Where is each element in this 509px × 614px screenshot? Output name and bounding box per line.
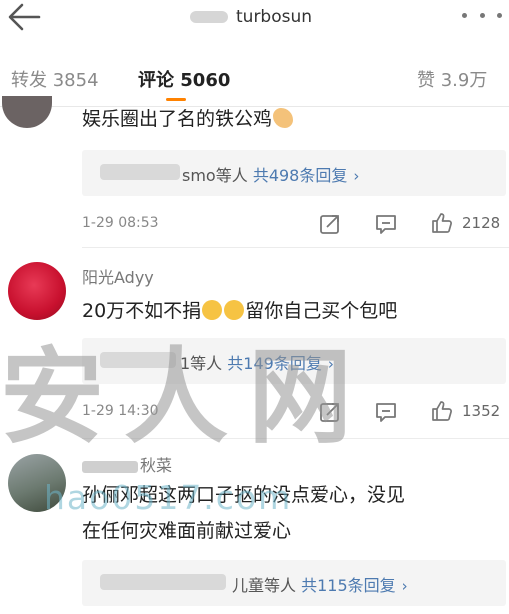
blurred-reply-user bbox=[100, 352, 176, 368]
reply-count-link[interactable]: 共115条回复 bbox=[301, 576, 396, 595]
page-title: turbosun bbox=[236, 7, 313, 27]
comment-text: 娱乐圈出了名的铁公鸡 bbox=[82, 104, 294, 134]
chevron-right-icon: › bbox=[327, 355, 334, 373]
back-arrow-icon[interactable] bbox=[6, 2, 42, 32]
comment-divider bbox=[82, 438, 509, 439]
reply-users: 1等人 bbox=[180, 354, 223, 373]
avatar[interactable] bbox=[2, 96, 52, 128]
blurred-reply-user bbox=[100, 164, 180, 180]
top-bar: turbosun bbox=[0, 0, 509, 42]
tab-comment[interactable]: 评论 5060 bbox=[138, 66, 230, 92]
chevron-right-icon: › bbox=[401, 577, 408, 595]
thumbs-up-icon[interactable] bbox=[430, 399, 454, 423]
reply-preview[interactable]: smo等人 共498条回复 › bbox=[82, 150, 506, 196]
commenter-name[interactable]: 阳光Adyy bbox=[82, 264, 154, 288]
reply-count-link[interactable]: 共149条回复 bbox=[227, 354, 322, 373]
comment-text-line-2: 在任何灾难面前献过爱心 bbox=[82, 520, 292, 542]
tab-repost[interactable]: 转发 3854 bbox=[11, 66, 99, 92]
avatar[interactable] bbox=[8, 454, 66, 512]
commenter-name[interactable]: 秋菜 bbox=[82, 452, 172, 476]
comment-divider bbox=[82, 247, 509, 248]
more-dots-icon[interactable] bbox=[462, 10, 502, 22]
clapping-hands-emoji-icon bbox=[273, 108, 294, 128]
like-count: 2128 bbox=[462, 214, 501, 232]
sleepy-face-emoji-icon bbox=[202, 300, 223, 320]
avatar[interactable] bbox=[8, 262, 66, 320]
thumbs-up-icon[interactable] bbox=[430, 211, 454, 235]
reply-users: smo等人 bbox=[182, 166, 248, 185]
repost-icon[interactable] bbox=[318, 400, 342, 424]
reply-users: 儿童等人 bbox=[232, 576, 297, 595]
sleepy-face-emoji-icon bbox=[224, 300, 245, 320]
comment-time: 1-29 14:30 bbox=[82, 403, 159, 419]
tab-like[interactable]: 赞 3.9万 bbox=[417, 66, 487, 92]
tab-bar: 转发 3854 评论 5060 赞 3.9万 bbox=[0, 58, 509, 108]
header-title-group: turbosun bbox=[190, 5, 312, 29]
active-tab-indicator bbox=[166, 98, 186, 101]
comment-icon[interactable] bbox=[374, 212, 398, 236]
chevron-right-icon: › bbox=[353, 167, 360, 185]
comment-text: 20万不如不捐 留你自己买个包吧 bbox=[82, 300, 398, 322]
comment-text-line-1: 孙俪邓超这两口子抠的没点爱心，没见 bbox=[82, 484, 406, 506]
blurred-reply-user bbox=[100, 574, 226, 590]
reply-preview[interactable]: 1等人 共149条回复 › bbox=[82, 338, 506, 384]
reply-preview[interactable]: 儿童等人 共115条回复 › bbox=[82, 560, 506, 606]
blurred-username-prefix bbox=[190, 11, 228, 23]
blurred-name-prefix bbox=[82, 460, 138, 473]
repost-icon[interactable] bbox=[318, 212, 342, 236]
comment-icon[interactable] bbox=[374, 400, 398, 424]
like-count: 1352 bbox=[462, 402, 501, 420]
comment-time: 1-29 08:53 bbox=[82, 215, 159, 231]
reply-count-link[interactable]: 共498条回复 bbox=[253, 166, 348, 185]
